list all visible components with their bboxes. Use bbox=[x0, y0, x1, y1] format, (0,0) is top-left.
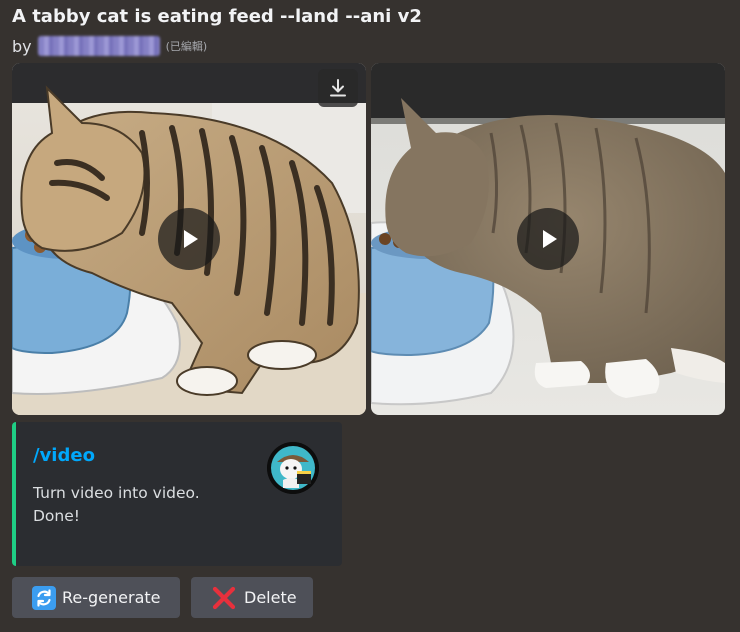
bot-message: A tabby cat is eating feed --land --ani … bbox=[0, 0, 740, 632]
by-prefix: by bbox=[12, 36, 32, 56]
delete-label: Delete bbox=[244, 588, 297, 607]
message-title: A tabby cat is eating feed --land --ani … bbox=[12, 6, 422, 27]
video-attachment-1[interactable] bbox=[12, 63, 366, 415]
delete-button[interactable]: Delete bbox=[191, 577, 313, 618]
embed-desc-line-2: Done! bbox=[33, 507, 80, 525]
play-button[interactable] bbox=[158, 208, 220, 270]
arrows-clockwise-icon bbox=[32, 585, 56, 610]
video-attachment-2[interactable] bbox=[371, 63, 725, 415]
embed-description: Turn video into video. Done! bbox=[33, 482, 200, 528]
embed-accent-bar bbox=[12, 422, 16, 566]
redacted-username[interactable] bbox=[37, 36, 160, 56]
embed-desc-line-1: Turn video into video. bbox=[33, 484, 200, 502]
embed-thumbnail[interactable] bbox=[267, 442, 319, 494]
regenerate-label: Re-generate bbox=[62, 588, 161, 607]
download-button[interactable] bbox=[318, 69, 358, 107]
byline: by (已編輯) bbox=[12, 36, 207, 56]
cross-mark-icon bbox=[212, 586, 236, 609]
play-icon bbox=[543, 230, 557, 248]
download-icon bbox=[330, 79, 346, 97]
regenerate-button[interactable]: Re-generate bbox=[12, 577, 180, 618]
bot-embed: /video Turn video into video. Done! bbox=[12, 422, 342, 566]
embed-title-link[interactable]: /video bbox=[33, 445, 95, 466]
play-icon bbox=[184, 230, 198, 248]
edited-label: (已編輯) bbox=[165, 40, 208, 53]
cat-director-logo bbox=[267, 442, 319, 494]
play-button[interactable] bbox=[517, 208, 579, 270]
